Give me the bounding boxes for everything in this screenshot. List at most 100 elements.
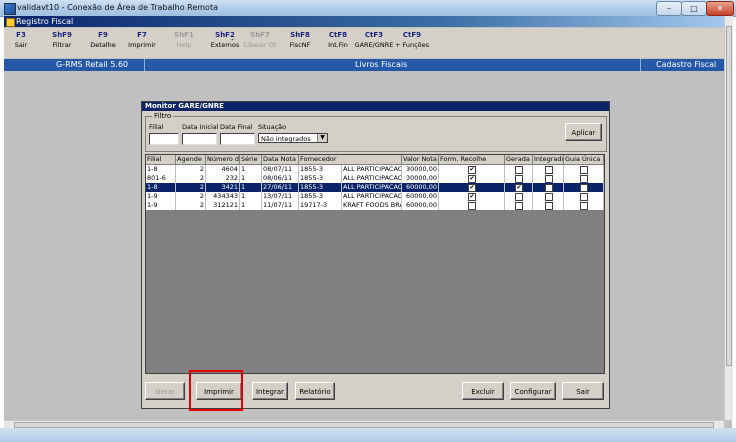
guia-checkbox[interactable] [580,193,588,201]
toolbar-label: Sair [14,41,28,49]
gerada-checkbox[interactable]: ✔ [515,184,523,192]
excluir-button[interactable]: Excluir [462,382,504,400]
cell-forn-cod: 1855-3 [299,174,342,183]
remote-desktop-icon [4,3,16,15]
guia-checkbox[interactable] [580,175,588,183]
column-header[interactable]: Data Nota [262,155,299,164]
cell-serie: 1 [240,183,262,192]
toolbar-item-fiscnf[interactable]: ShF8 FiscNF [280,31,320,49]
form-checkbox[interactable]: ✔ [468,166,476,174]
cell-serie: 1 [240,201,262,210]
cell-guia [564,174,604,183]
guia-checkbox[interactable] [580,184,588,192]
cell-numero: 232 [206,174,240,183]
toolbar-item-filtrar[interactable]: ShF9 Filtrar [42,31,82,49]
relatorio-button[interactable]: Relatório [295,382,335,400]
cell-integrado [533,183,564,192]
integrado-checkbox[interactable] [545,184,553,192]
toolbar-item-fun-es[interactable]: CtF9 + Funções [392,31,432,49]
chevron-down-icon[interactable]: ▼ [317,134,327,142]
module-name: Livros Fiscais [355,60,408,69]
column-header[interactable]: Série [240,155,262,164]
highlight-box [189,370,243,411]
cell-valor: 30000,00 [402,174,439,183]
form-checkbox[interactable]: ✔ [468,193,476,201]
app-titlebar: Registro Fiscal [4,16,732,27]
toolbar-item-imprimir[interactable]: F7 Imprimir [122,31,162,49]
cell-forn-cod: 1855-3 [299,165,342,174]
cell-integrado [533,192,564,201]
toolbar-item-liberar-ot[interactable]: ShF7 Liberar Ot [240,31,280,49]
cell-form: ✔ [439,192,505,201]
gerada-checkbox[interactable] [515,166,523,174]
column-header[interactable]: Fornecedor [299,155,402,164]
minimize-button[interactable]: – [656,1,682,16]
form-checkbox[interactable]: ✔ [468,184,476,192]
toolbar-item-detalhe[interactable]: F9 Detalhe [83,31,123,49]
integrar-button[interactable]: Integrar [252,382,288,400]
cell-agende: 2 [176,201,206,210]
column-header[interactable]: Agende [176,155,206,164]
cell-serie: 1 [240,192,262,201]
cell-filial: 1-9 [146,201,176,210]
cell-valor: 60000,00 [402,183,439,192]
app-title: Registro Fiscal [16,17,74,26]
toolbar-label: Detalhe [90,41,116,49]
gerar-button[interactable]: Gerar [145,382,185,400]
cell-valor: 30000,00 [402,165,439,174]
cell-agende: 2 [176,165,206,174]
toolbar-label: Liberar Ot [243,41,277,49]
cell-serie: 1 [240,165,262,174]
table-row[interactable]: 1-8 2 4604 1 08/07/11 1855-3 ALL PARTICIPACAO … [146,165,604,174]
data-inicial-input[interactable] [182,133,217,145]
gerada-checkbox[interactable] [515,193,523,201]
close-button[interactable]: ✕ [706,1,734,16]
column-header[interactable]: Gerada [505,155,533,164]
data-inicial-label: Data Inicial [182,123,219,131]
table-row[interactable]: 1-8 2 3421 1 27/06/11 1855-3 ALL PARTICIPACAO … [146,183,604,192]
cell-data: 13/07/11 [262,192,299,201]
toolbar-separator: - [231,35,234,44]
table-row[interactable]: 1-9 2 434343 1 13/07/11 1855-3 ALL PARTICIPACA… [146,192,604,201]
form-checkbox[interactable] [468,202,476,210]
cell-numero: 434343 [206,192,240,201]
column-header[interactable]: Guia Única [564,155,604,164]
column-header[interactable]: Valor Nota [402,155,439,164]
maximize-button[interactable]: □ [681,1,707,16]
column-header[interactable]: Integrado [533,155,564,164]
filial-input[interactable] [149,133,179,145]
guia-checkbox[interactable] [580,166,588,174]
table-row[interactable]: 1-9 2 312121 1 11/07/11 19717-3 KRAFT FOODS BR… [146,201,604,210]
cell-integrado [533,201,564,210]
cell-agende: 2 [176,174,206,183]
cell-filial: 801-6 [146,174,176,183]
toolbar-item-sair[interactable]: F3 Sair [1,31,41,49]
data-final-input[interactable] [220,133,255,145]
toolbar-item-int-fin[interactable]: CtF8 Int.Fin [318,31,358,49]
cell-gerada [505,201,533,210]
column-header[interactable]: Form. Recolhe [439,155,505,164]
gerada-checkbox[interactable] [515,175,523,183]
column-header[interactable]: Número di [206,155,240,164]
cell-numero: 312121 [206,201,240,210]
column-header[interactable]: Filial [146,155,176,164]
vertical-scrollbar[interactable] [724,16,733,420]
table-row[interactable]: 801-6 2 232 1 08/06/11 1855-3 ALL PARTICIPACAO… [146,174,604,183]
cell-gerada [505,192,533,201]
sair-button[interactable]: Sair [562,382,604,400]
situacao-select[interactable]: Não integrados ▼ [258,133,328,143]
integrado-checkbox[interactable] [545,193,553,201]
integrado-checkbox[interactable] [545,202,553,210]
toolbar-item-gare-gnre[interactable]: CtF3 GARE/GNRE [354,31,394,49]
gerada-checkbox[interactable] [515,202,523,210]
aplicar-button[interactable]: Aplicar [565,123,602,141]
integrado-checkbox[interactable] [545,166,553,174]
toolbar-item-externos[interactable]: ShF2 Externos [205,31,245,49]
cell-guia [564,192,604,201]
form-checkbox[interactable]: ✔ [468,175,476,183]
situacao-label: Situação [258,123,287,131]
toolbar-item-help[interactable]: ShF1 Help [164,31,204,49]
configurar-button[interactable]: Configurar [510,382,556,400]
guia-checkbox[interactable] [580,202,588,210]
integrado-checkbox[interactable] [545,175,553,183]
